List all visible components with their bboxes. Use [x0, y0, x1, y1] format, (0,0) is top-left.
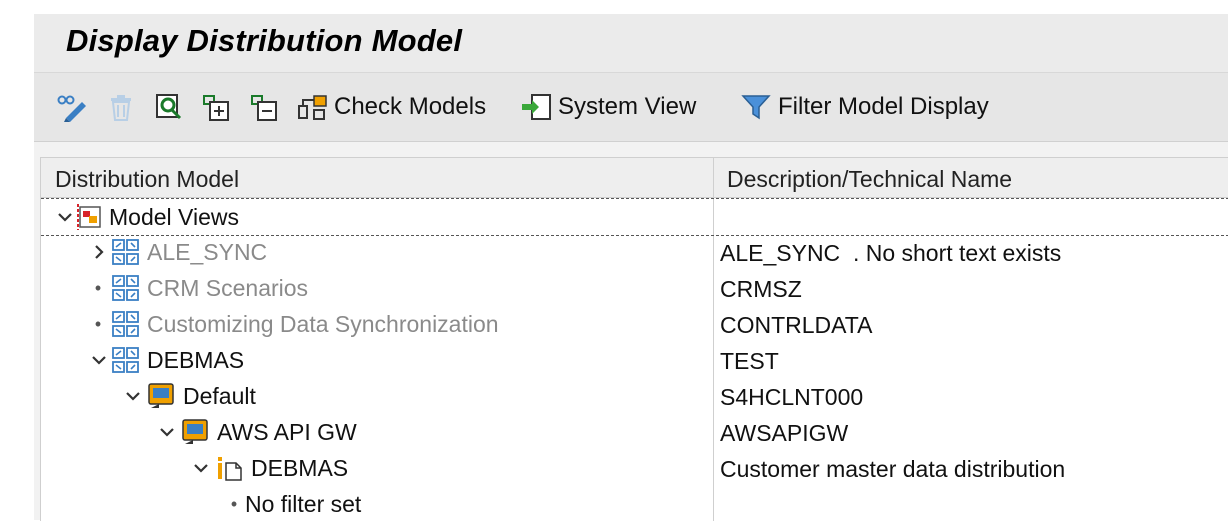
delete-button[interactable]	[106, 89, 136, 125]
find-icon	[156, 94, 182, 120]
check-models-button[interactable]: Check Models	[296, 89, 486, 125]
tree-row-no-filter-set[interactable]: • No filter set	[41, 486, 1228, 522]
collapse-subtree-button[interactable]	[248, 89, 280, 125]
tree-node-description: Customer master data distribution	[720, 456, 1066, 482]
system-view-button[interactable]: System View	[520, 89, 696, 125]
chevron-down-icon[interactable]	[125, 388, 141, 404]
tree-node-description: CONTRLDATA	[720, 312, 873, 338]
distribution-model-tree: Distribution Model Description/Technical…	[40, 157, 1228, 521]
system-icon	[148, 383, 174, 408]
chevron-down-icon[interactable]	[193, 460, 209, 476]
system-icon	[182, 419, 208, 444]
system-view-icon	[522, 94, 551, 120]
tree-row-debmas-view[interactable]: DEBMAS TEST	[41, 342, 1228, 378]
chevron-down-icon[interactable]	[159, 424, 175, 440]
tree-node[interactable]: Default	[125, 378, 256, 414]
tree-node-description: AWSAPIGW	[720, 420, 849, 446]
model-view-icon	[112, 311, 139, 337]
expand-icon	[203, 95, 229, 121]
model-view-icon	[112, 239, 139, 265]
tree-node-description: S4HCLNT000	[720, 384, 864, 410]
tree-row-crm-scenarios[interactable]: • CRM Scenarios CRMSZ	[41, 270, 1228, 306]
tree-node-label: CRM Scenarios	[147, 274, 309, 301]
title-bar: Display Distribution Model	[34, 14, 1228, 73]
tree-node[interactable]: • Customizing Data Synchronization	[91, 306, 499, 342]
leaf-bullet-icon: •	[230, 493, 238, 514]
chevron-right-icon[interactable]	[91, 244, 107, 260]
tree-node[interactable]: ALE_SYNC	[91, 234, 267, 270]
display-change-button[interactable]	[56, 89, 90, 125]
tree-node-label: DEBMAS	[251, 454, 349, 481]
column-header-distribution-model[interactable]: Distribution Model	[55, 166, 239, 193]
filter-icon	[741, 95, 771, 120]
tree-node[interactable]: Model Views	[57, 199, 239, 235]
chevron-down-icon[interactable]	[91, 352, 107, 368]
tree-node-label: AWS API GW	[217, 418, 357, 445]
tree-row-model-views[interactable]: Model Views	[41, 198, 1228, 236]
tree-node-description: TEST	[720, 348, 779, 374]
tree-node-label: Model Views	[109, 203, 239, 230]
find-button[interactable]	[154, 89, 186, 125]
tree-row-debmas-message-type[interactable]: DEBMAS Customer master data distribution	[41, 450, 1228, 486]
leaf-bullet-icon: •	[94, 277, 102, 298]
collapse-icon	[251, 95, 277, 121]
message-type-icon	[218, 457, 242, 481]
tree-node-label: DEBMAS	[147, 346, 245, 373]
toolbar: Check Models System View Filter Model Di…	[34, 73, 1228, 142]
tree-node-description: ALE_SYNC . No short text exists	[720, 240, 1062, 266]
model-views-icon	[77, 204, 101, 230]
tree-node[interactable]: DEBMAS	[193, 450, 348, 486]
tree-node-label: Default	[183, 382, 256, 409]
column-header-description[interactable]: Description/Technical Name	[727, 166, 1012, 193]
tree-node[interactable]: • No filter set	[227, 486, 361, 522]
system-view-label: System View	[558, 93, 697, 120]
filter-model-display-button[interactable]: Filter Model Display	[740, 89, 989, 125]
tree-node[interactable]: • CRM Scenarios	[91, 270, 308, 306]
display-change-icon	[57, 95, 86, 122]
tree-node-label: No filter set	[245, 490, 362, 517]
check-models-label: Check Models	[334, 93, 487, 120]
tree-node-label: Customizing Data Synchronization	[147, 310, 499, 337]
filter-model-display-label: Filter Model Display	[778, 93, 989, 120]
tree-row-ale-sync[interactable]: ALE_SYNC ALE_SYNC . No short text exists	[41, 234, 1228, 270]
tree-node[interactable]: AWS API GW	[159, 414, 357, 450]
tree-row-customizing-data-sync[interactable]: • Customizing Data Synchronization CONTR…	[41, 306, 1228, 342]
tree-header: Distribution Model Description/Technical…	[41, 158, 1228, 198]
tree-row-default[interactable]: Default S4HCLNT000	[41, 378, 1228, 414]
tree-node-label: ALE_SYNC	[147, 238, 268, 265]
tree-node-description: CRMSZ	[720, 276, 802, 302]
chevron-down-icon[interactable]	[57, 209, 73, 225]
leaf-bullet-icon: •	[94, 313, 102, 334]
tree-row-aws-api-gw[interactable]: AWS API GW AWSAPIGW	[41, 414, 1228, 450]
model-view-icon	[112, 347, 139, 373]
page-title: Display Distribution Model	[66, 23, 463, 58]
tree-node[interactable]: DEBMAS	[91, 342, 244, 378]
check-models-icon	[298, 95, 327, 120]
expand-subtree-button[interactable]	[200, 89, 232, 125]
trash-icon	[111, 95, 131, 121]
model-view-icon	[112, 275, 139, 301]
